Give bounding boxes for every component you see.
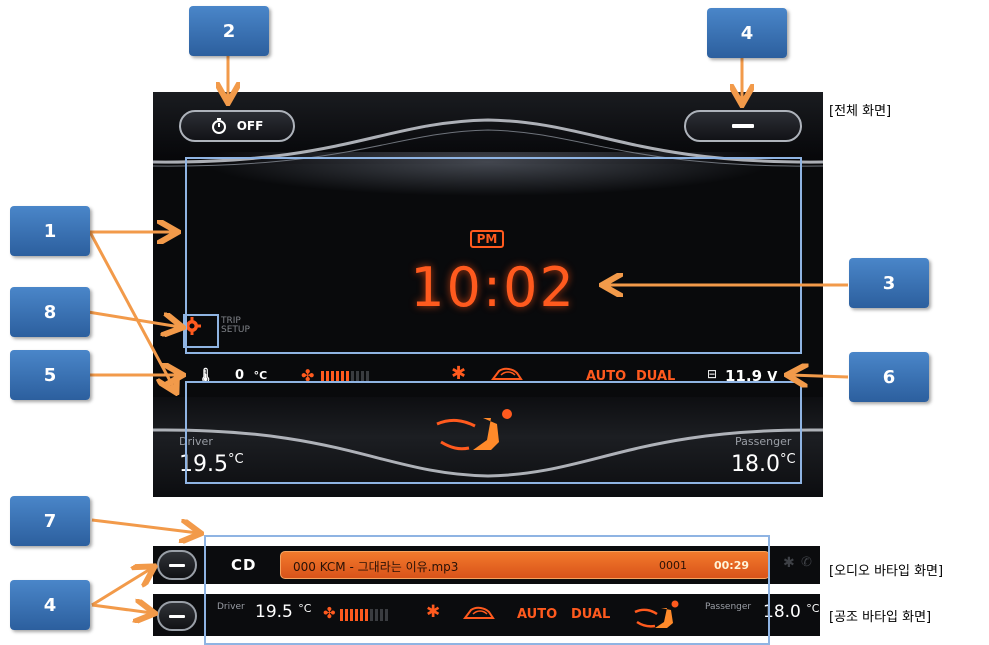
callout-badge: 8 <box>10 287 90 337</box>
annotation-arrows <box>87 56 849 645</box>
callout-badge: 5 <box>10 350 90 400</box>
callout-badge: 7 <box>10 496 90 546</box>
callout-badge: 6 <box>849 352 929 402</box>
callout-badge: 2 <box>189 6 269 56</box>
callout-badge: 4 <box>707 8 787 58</box>
callout-badge: 3 <box>849 258 929 308</box>
callout-badge: 4 <box>10 580 90 630</box>
callout-badge: 1 <box>10 206 90 256</box>
